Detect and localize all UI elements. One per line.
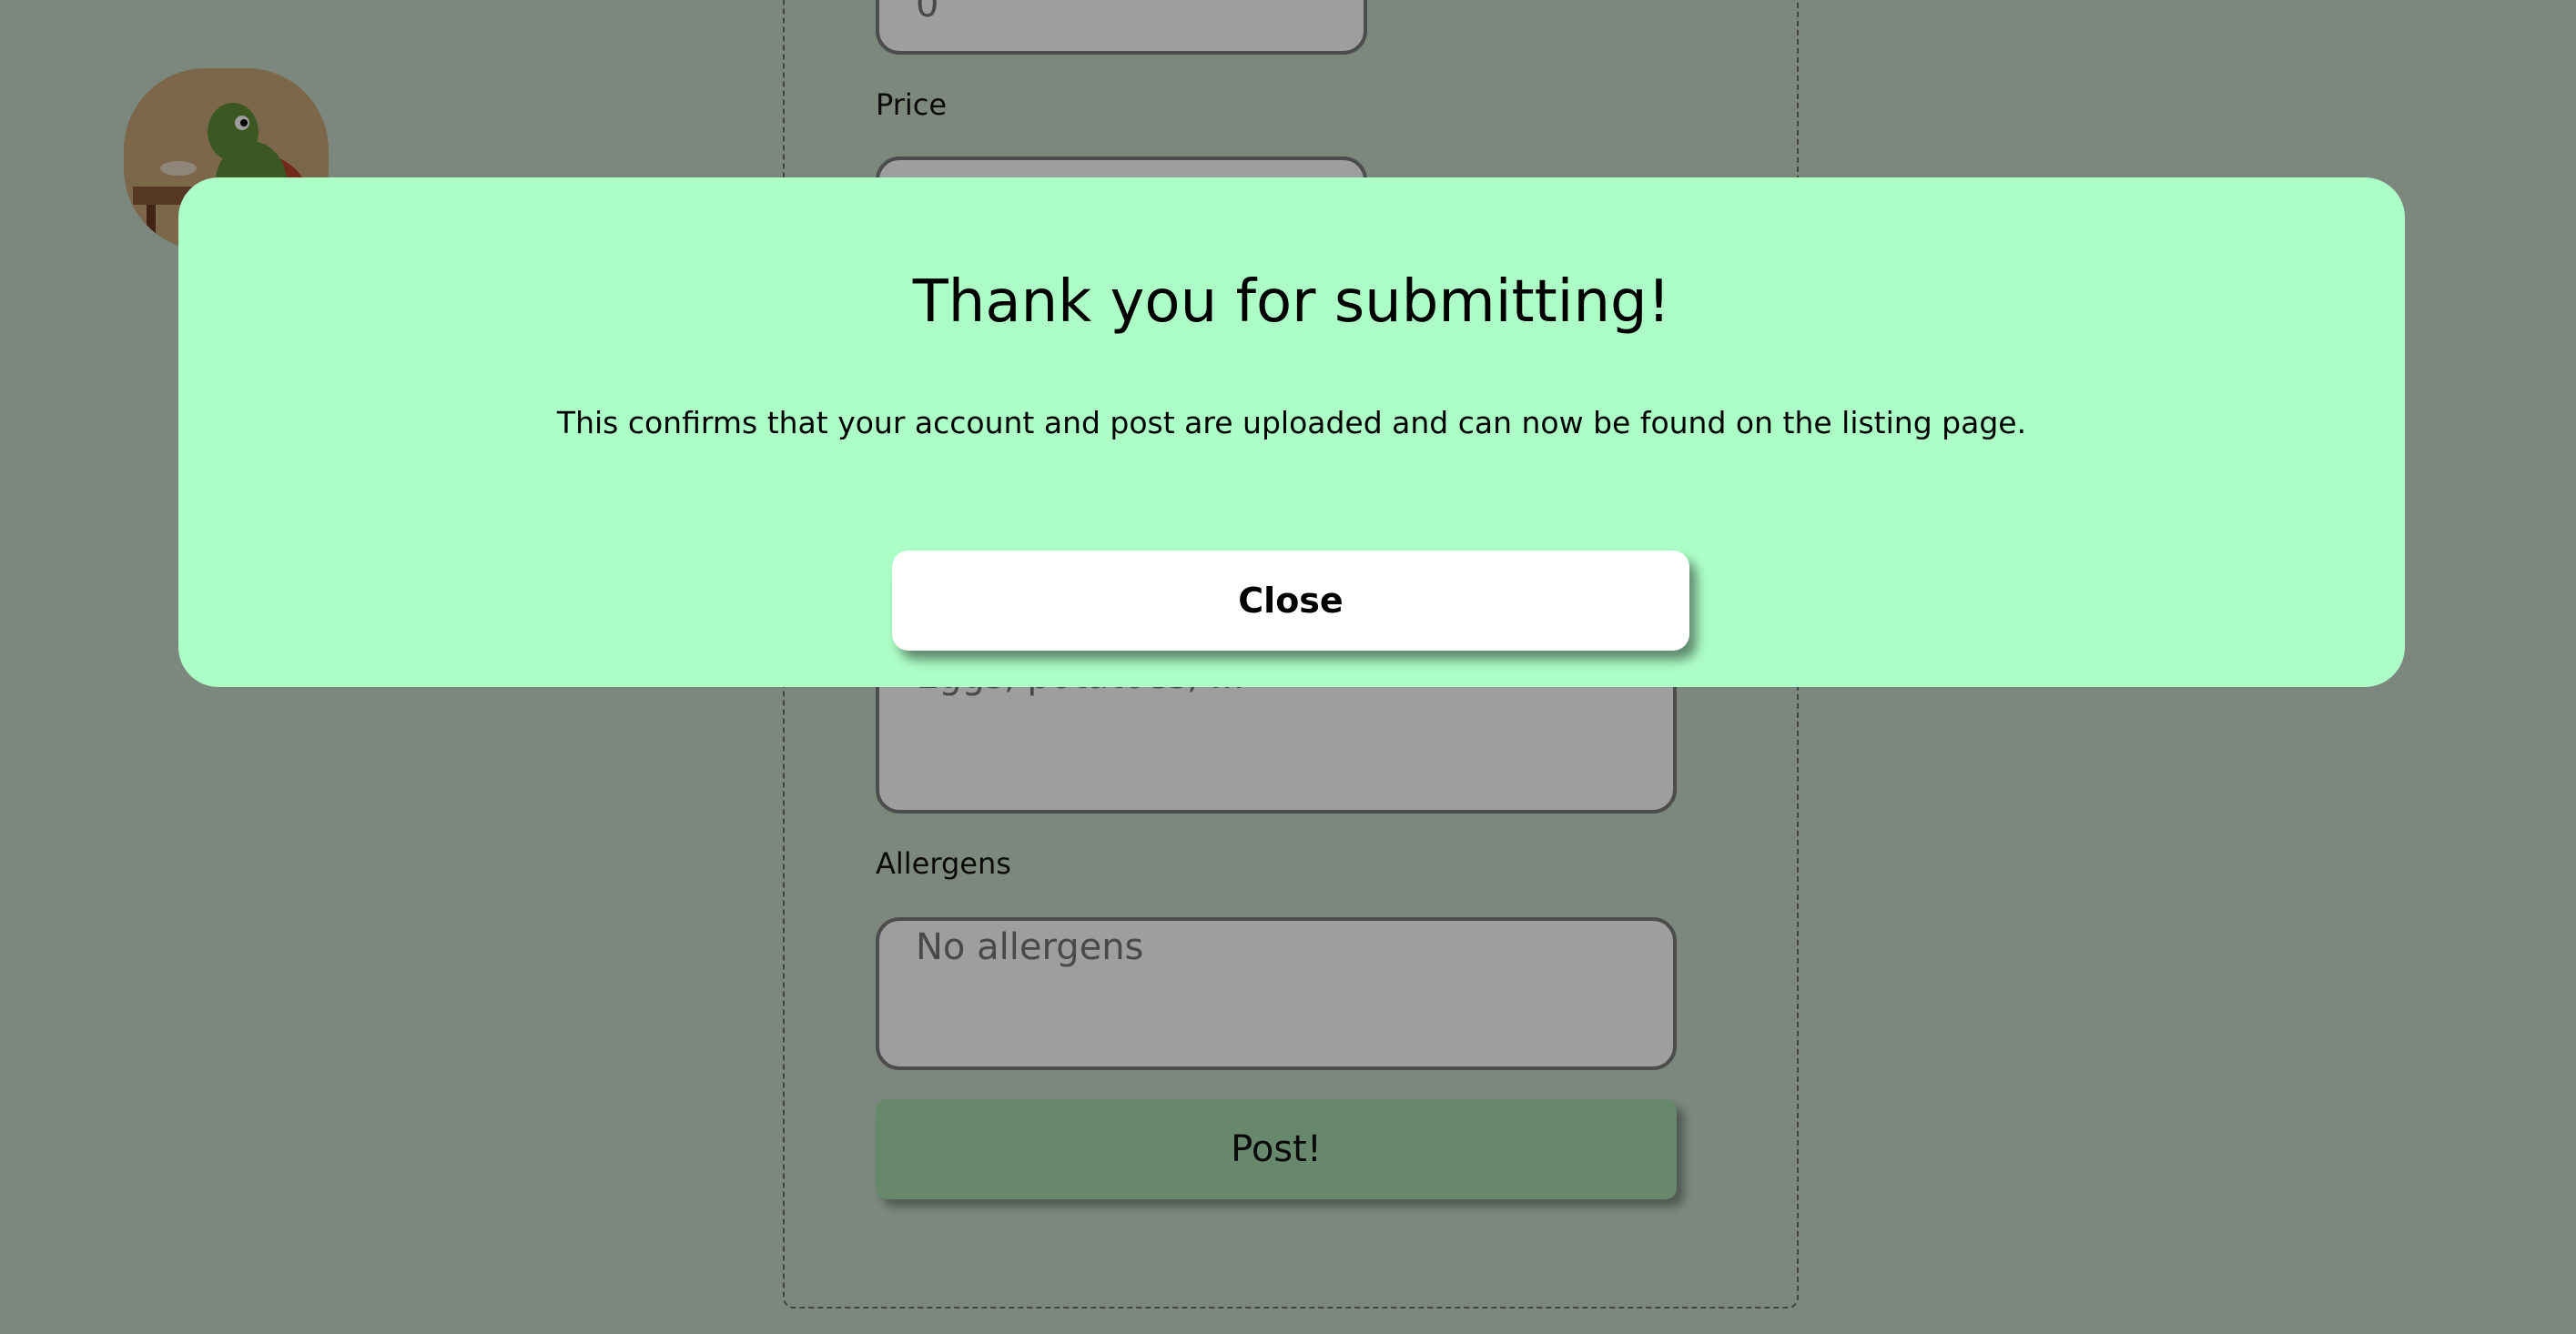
close-button[interactable]: Close xyxy=(892,551,1689,651)
modal-title: Thank you for submitting! xyxy=(912,268,1671,336)
modal-message: This confirms that your account and post… xyxy=(556,405,2027,440)
confirmation-modal: Thank you for submitting! This confirms … xyxy=(178,177,2405,687)
close-button-label: Close xyxy=(1238,581,1344,621)
